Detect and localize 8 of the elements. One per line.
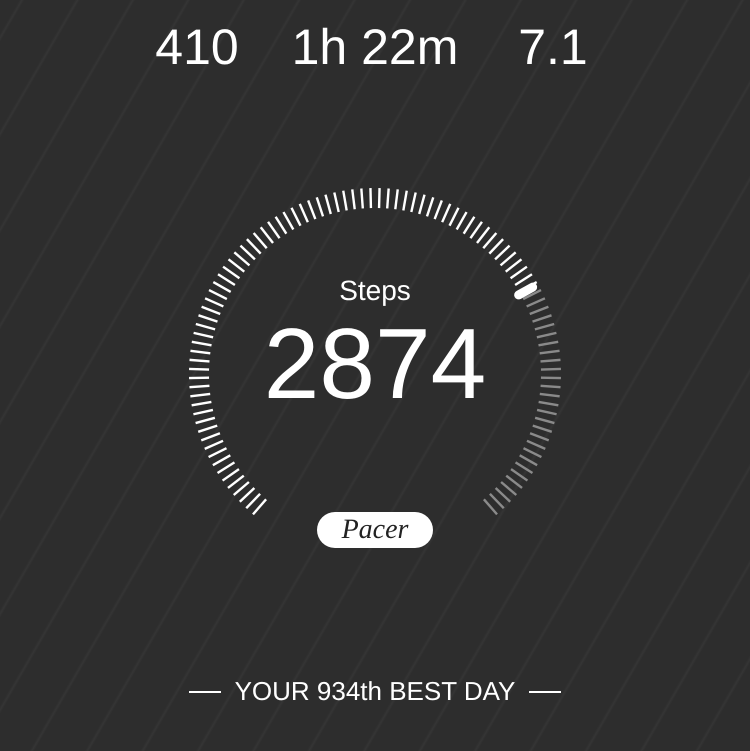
stat-value: 7.1: [518, 18, 588, 76]
pacer-logo: Pacer: [317, 512, 433, 548]
steps-count: 2874: [264, 312, 486, 416]
best-day-text: YOUR 934th BEST DAY: [234, 675, 516, 708]
stat-value: 410: [155, 18, 239, 76]
progress-marker: [514, 282, 538, 300]
steps-label: Steps: [339, 274, 411, 308]
stat-value: 1h 22m: [292, 18, 458, 76]
